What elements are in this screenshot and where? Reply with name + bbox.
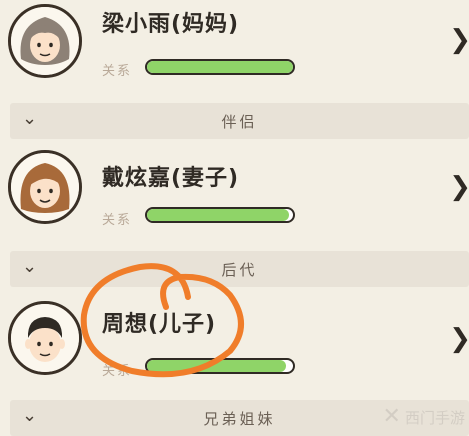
member-name: 戴炫嘉(妻子): [102, 166, 240, 191]
old-woman-avatar: [8, 4, 82, 78]
section-title: 后代: [221, 261, 258, 279]
section-title: 伴侣: [221, 113, 258, 131]
relation-bar-fill: [147, 209, 289, 221]
member-name: 周想(儿子): [102, 312, 217, 337]
section-partner[interactable]: ⌄ 伴侣: [10, 103, 469, 139]
woman-avatar: [8, 150, 82, 224]
relation-label: 关系: [102, 64, 133, 79]
member-row-mother[interactable]: 梁小雨(妈妈) 关系 ❯: [0, 0, 469, 92]
boy-avatar: [8, 301, 82, 375]
member-row-wife[interactable]: 戴炫嘉(妻子) 关系 ❯: [0, 148, 469, 240]
chevron-right-icon[interactable]: ❯: [449, 324, 469, 354]
member-name: 梁小雨(妈妈): [102, 12, 240, 37]
relation-label: 关系: [102, 364, 133, 379]
watermark: ✕ 西门手游: [383, 404, 465, 429]
relation-bar-fill: [147, 61, 293, 73]
relation-bar: [145, 358, 295, 374]
member-row-son[interactable]: 周想(儿子) 关系 ❯: [0, 294, 469, 386]
watermark-text: 西门手游: [404, 409, 465, 427]
chevron-right-icon[interactable]: ❯: [449, 172, 469, 202]
relation-bar: [145, 59, 295, 75]
section-offspring[interactable]: ⌄ 后代: [10, 251, 469, 287]
x-logo-icon: ✕: [382, 404, 401, 429]
chevron-right-icon[interactable]: ❯: [449, 25, 469, 55]
relation-bar-fill: [147, 360, 286, 372]
relation-bar: [145, 207, 295, 223]
relation-label: 关系: [102, 213, 133, 228]
